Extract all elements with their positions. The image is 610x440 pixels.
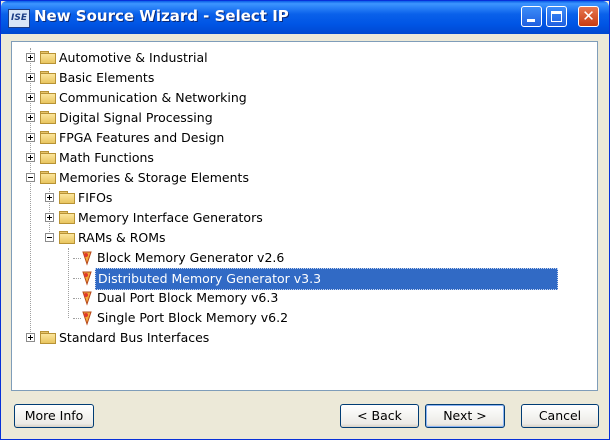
- folder-icon: [59, 191, 75, 204]
- window-title: New Source Wizard - Select IP: [34, 7, 289, 25]
- expand-plus-icon[interactable]: [26, 133, 35, 142]
- next-button[interactable]: Next >: [425, 404, 505, 428]
- ip-tree[interactable]: Automotive & Industrial Basic Elements C…: [11, 41, 598, 391]
- ip-core-icon: [82, 271, 92, 286]
- close-button[interactable]: ✕: [578, 6, 599, 27]
- folder-icon: [40, 91, 56, 104]
- folder-icon: [59, 211, 75, 224]
- expand-plus-icon[interactable]: [26, 333, 35, 342]
- back-button[interactable]: < Back: [340, 404, 419, 428]
- tree-line: [30, 48, 31, 338]
- expand-plus-icon[interactable]: [45, 193, 54, 202]
- maximize-icon: [551, 11, 562, 22]
- ise-app-icon: ISE: [8, 9, 30, 28]
- wizard-window: ISE New Source Wizard - Select IP ✕ Auto…: [0, 0, 610, 440]
- folder-icon: [40, 131, 56, 144]
- tree-node-label: Memories & Storage Elements: [59, 170, 249, 185]
- folder-icon: [40, 151, 56, 164]
- tree-node-label: Dual Port Block Memory v6.3: [97, 290, 279, 305]
- tree-node-label: Math Functions: [59, 150, 154, 165]
- tree-node-label: Single Port Block Memory v6.2: [97, 310, 289, 325]
- folder-icon: [40, 111, 56, 124]
- expand-plus-icon[interactable]: [26, 73, 35, 82]
- collapse-minus-icon[interactable]: [45, 233, 54, 242]
- ip-core-icon: [82, 291, 92, 306]
- folder-open-icon: [40, 171, 56, 184]
- tree-node-label: Digital Signal Processing: [59, 110, 213, 125]
- title-bar[interactable]: ISE New Source Wizard - Select IP ✕: [1, 1, 609, 34]
- cancel-button[interactable]: Cancel: [521, 404, 599, 428]
- tree-node-label: FIFOs: [78, 190, 113, 205]
- tree-node-label: Memory Interface Generators: [78, 210, 263, 225]
- maximize-button[interactable]: [546, 6, 567, 27]
- tree-node-label: RAMs & ROMs: [78, 230, 166, 245]
- tree-line: [68, 248, 69, 318]
- tree-node-label: Distributed Memory Generator v3.3: [95, 268, 558, 290]
- folder-open-icon: [59, 231, 75, 244]
- expand-plus-icon[interactable]: [26, 53, 35, 62]
- ip-core-icon: [82, 311, 92, 326]
- tree-node-label: Basic Elements: [59, 70, 155, 85]
- ip-core-icon: [82, 251, 92, 266]
- more-info-button[interactable]: More Info: [14, 404, 94, 428]
- expand-plus-icon[interactable]: [45, 213, 54, 222]
- expand-plus-icon[interactable]: [26, 93, 35, 102]
- minimize-button[interactable]: [521, 6, 542, 27]
- folder-icon: [40, 51, 56, 64]
- expand-plus-icon[interactable]: [26, 153, 35, 162]
- close-icon: ✕: [582, 7, 595, 25]
- expand-plus-icon[interactable]: [26, 113, 35, 122]
- tree-node-label: Communication & Networking: [59, 90, 247, 105]
- folder-icon: [40, 331, 56, 344]
- tree-node-label: Block Memory Generator v2.6: [97, 250, 285, 265]
- tree-node-label: Automotive & Industrial: [59, 50, 208, 65]
- folder-icon: [40, 71, 56, 84]
- tree-node-label: FPGA Features and Design: [59, 130, 225, 145]
- minimize-icon: [527, 19, 535, 22]
- tree-node-label: Standard Bus Interfaces: [59, 330, 210, 345]
- collapse-minus-icon[interactable]: [26, 173, 35, 182]
